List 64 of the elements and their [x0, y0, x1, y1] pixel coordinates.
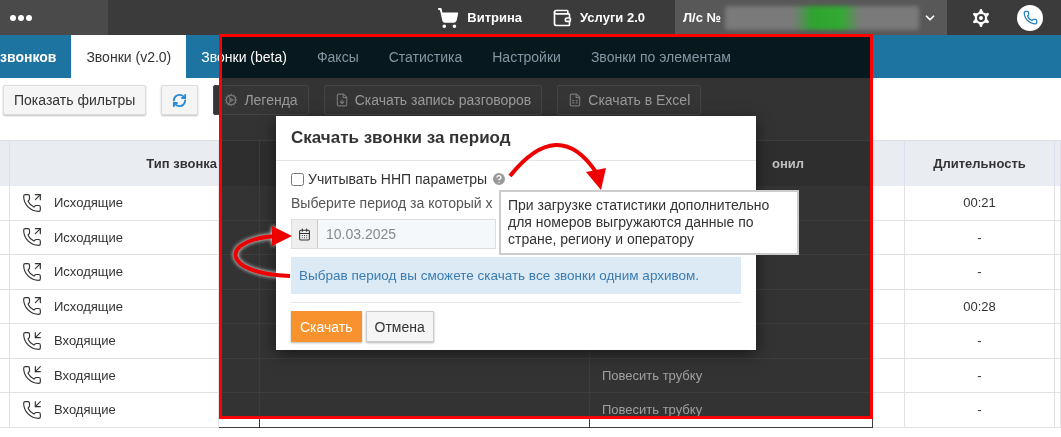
tab[interactable]: Настройки — [477, 35, 576, 78]
wallet-icon — [552, 7, 573, 28]
table-cell: Входящие — [54, 333, 116, 349]
table-cell: Повесить трубку — [602, 367, 703, 383]
outgoing-call-icon — [22, 192, 42, 213]
cancel-button[interactable]: Отмена — [365, 311, 434, 342]
file-icon — [334, 93, 349, 107]
spreadsheet-icon — [568, 93, 583, 107]
table-cell: 00:28 — [963, 298, 996, 314]
table-cell: - — [977, 229, 982, 245]
cart-icon — [437, 6, 460, 29]
more-icon — [10, 14, 32, 21]
tooltip: При загрузке статистики дополнительно для номеров выгружаются данные по стране, региону и оператору — [499, 190, 799, 255]
column-header — [873, 140, 905, 186]
menu-button[interactable] — [0, 0, 108, 35]
toolbar-button[interactable]: Легенда — [213, 85, 309, 115]
account-label: Л/с № — [683, 10, 722, 25]
incoming-call-icon — [22, 399, 42, 420]
period-label: Выберите период за который х — [291, 195, 493, 211]
column-header: Длительность — [905, 140, 1055, 186]
incoming-call-icon — [22, 330, 42, 351]
tab[interactable]: Статистика — [373, 35, 478, 78]
table-cell: Входящие — [54, 402, 116, 418]
refresh-icon — [172, 92, 188, 108]
toolbar-button[interactable]: Скачать запись разговоров — [323, 85, 543, 115]
phone-icon — [1022, 10, 1038, 25]
tab[interactable]: звонков — [0, 35, 72, 78]
phone-button[interactable] — [1017, 4, 1043, 31]
account-selector[interactable]: Л/с № — [675, 0, 947, 35]
help-icon[interactable] — [491, 171, 508, 187]
table-cell: - — [977, 402, 982, 418]
nav-link[interactable]: Услуги 2.0 — [552, 7, 645, 28]
outgoing-call-icon — [22, 227, 42, 248]
refresh-button[interactable] — [161, 85, 199, 115]
nav-link[interactable]: Витрина — [437, 6, 523, 29]
outgoing-call-icon — [22, 296, 42, 317]
table-cell: - — [977, 333, 982, 349]
gear-icon — [224, 93, 239, 107]
column-header — [1055, 140, 1061, 186]
tab[interactable]: Факсы — [301, 35, 374, 78]
outgoing-call-icon — [22, 261, 42, 282]
tab[interactable]: Звонки по элементам — [575, 35, 746, 78]
info-message: Выбрав период вы сможете скачать все звонки одним архивом. — [291, 257, 741, 294]
column-header — [0, 140, 10, 186]
column-header: Тип звонка — [10, 140, 219, 186]
table-cell: Исходящие — [54, 229, 123, 245]
table-cell: Исходящие — [54, 195, 123, 211]
calendar-icon — [298, 227, 311, 241]
dialog-title: Скачать звонки за период — [276, 116, 756, 161]
checkbox-label: Учитывать ННП параметры — [308, 171, 488, 187]
curved-arrow — [233, 226, 292, 278]
date-field[interactable]: 10.03.2025 — [291, 219, 496, 249]
table-cell: Входящие — [54, 367, 116, 383]
incoming-call-icon — [22, 365, 42, 386]
table-cell: 00:21 — [963, 195, 996, 211]
toolbar-button[interactable]: Скачать в Excel — [557, 85, 702, 115]
toolbar-button[interactable]: Показать фильтры — [3, 85, 147, 115]
table-cell: Исходящие — [54, 264, 123, 280]
table-cell: - — [977, 367, 982, 383]
table-cell: Повесить трубку — [602, 402, 703, 418]
table-cell: Исходящие — [54, 298, 123, 314]
checkbox[interactable] — [291, 172, 304, 186]
table-cell: - — [977, 264, 982, 280]
tab[interactable]: Звонки (v2.0) — [71, 35, 187, 78]
